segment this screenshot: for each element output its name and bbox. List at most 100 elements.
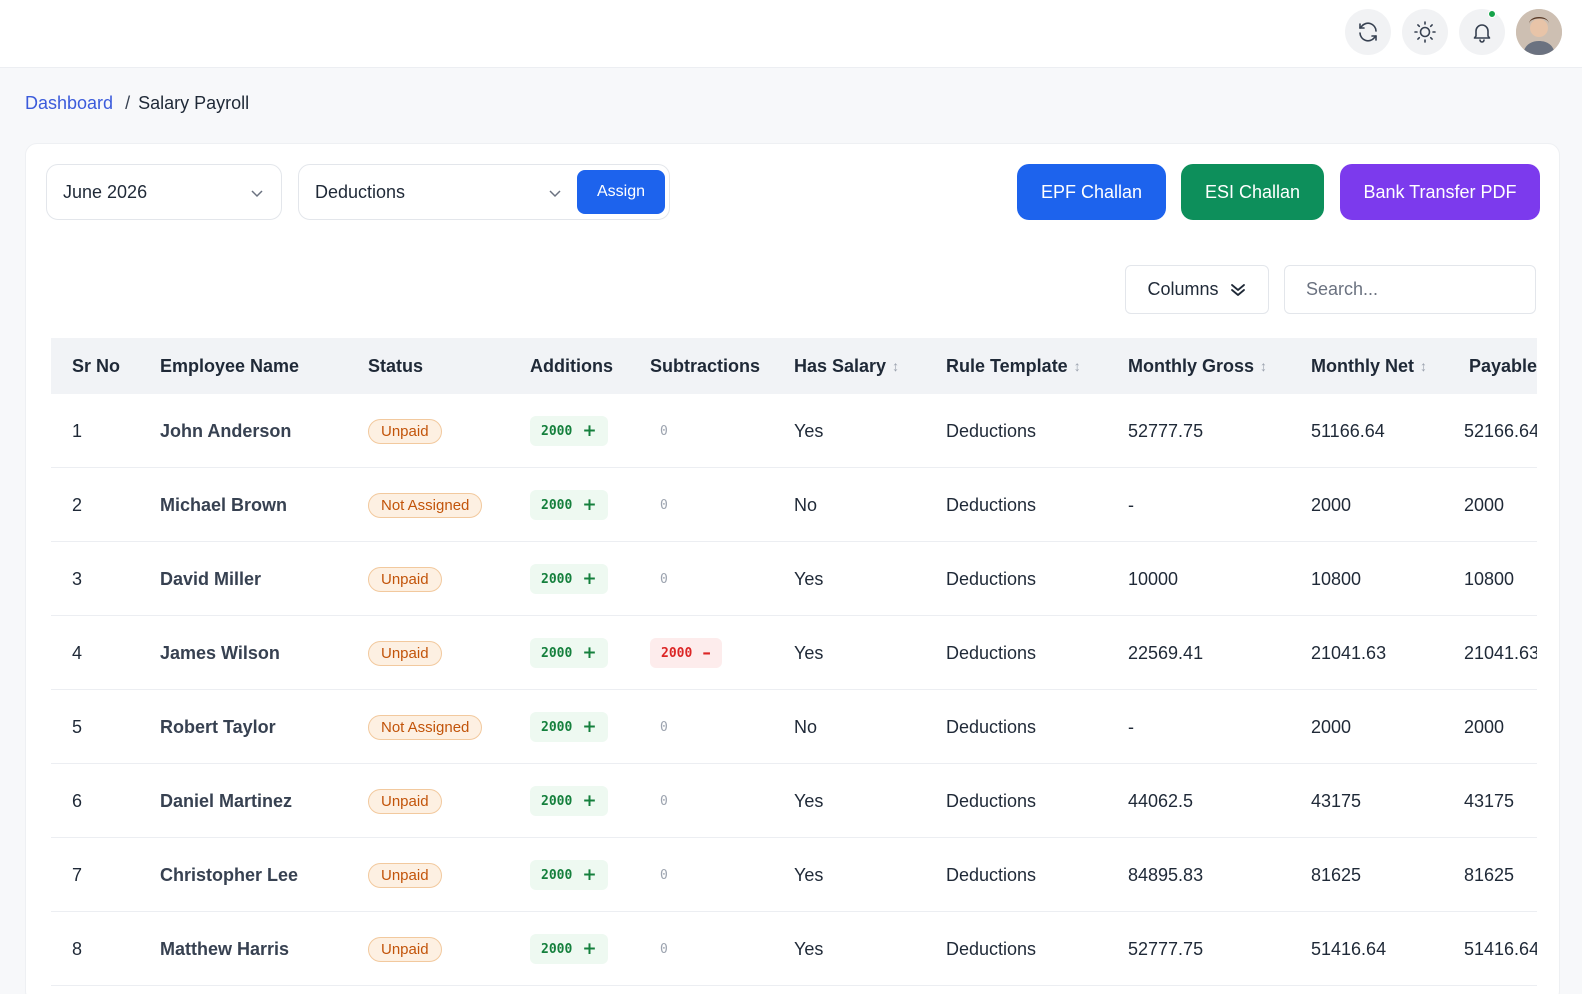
sort-icon[interactable]: ↕ [1260, 358, 1267, 374]
refresh-button[interactable] [1345, 9, 1391, 55]
cell-has-salary: Yes [794, 790, 824, 811]
plus-icon[interactable]: + [582, 643, 596, 663]
status-badge: Not Assigned [368, 714, 483, 740]
additions-value: 2000 [541, 941, 573, 957]
additions-chip: 2000 + [530, 934, 608, 964]
plus-icon[interactable]: + [582, 865, 596, 885]
cell-monthly-gross: 52777.75 [1128, 938, 1204, 959]
subtractions-value: 0 [660, 497, 668, 513]
cell-status: Unpaid [368, 838, 442, 912]
table-header: Sr No Employee Name Status Additions Sub… [51, 338, 1537, 394]
header-monthly-gross[interactable]: Monthly Gross ↕ [1128, 338, 1267, 394]
header-status: Status [368, 355, 424, 376]
cell-additions: 2000 + [530, 468, 608, 542]
sort-icon[interactable]: ↕ [892, 358, 899, 374]
cell-sr-no: 5 [72, 716, 83, 737]
epf-challan-button[interactable]: EPF Challan [1017, 164, 1166, 220]
cell-payable: 51416.64 [1464, 938, 1537, 959]
top-bar [0, 0, 1582, 68]
header-monthly-net[interactable]: Monthly Net ↕ [1311, 338, 1427, 394]
breadcrumb: Dashboard / Salary Payroll [25, 93, 249, 114]
table-row: 7 Christopher Lee Unpaid 2000 +0 Yes Deduction… [51, 838, 1537, 912]
cell-rule-template: Deductions [946, 938, 1037, 959]
subtractions-value: 0 [660, 867, 668, 883]
cell-employee-name[interactable]: James Wilson [160, 616, 280, 690]
cell-subtractions: 0 [650, 394, 668, 468]
cell-employee-name[interactable]: David Miller [160, 542, 261, 616]
cell-rule-template: Deductions [946, 790, 1037, 811]
breadcrumb-dashboard-link[interactable]: Dashboard [25, 93, 113, 114]
cell-employee-name[interactable]: Michael Brown [160, 468, 287, 542]
cell-additions: 2000 + [530, 690, 608, 764]
cell-status: Not Assigned [368, 690, 483, 764]
plus-icon[interactable]: + [582, 421, 596, 441]
chevron-down-icon[interactable] [547, 185, 563, 201]
additions-chip: 2000 + [530, 638, 608, 668]
cell-monthly-net: 81625 [1311, 864, 1362, 885]
cell-employee-name[interactable]: Daniel Martinez [160, 764, 292, 838]
cell-payable: 10800 [1464, 568, 1515, 589]
cell-employee-name[interactable]: Christopher Lee [160, 838, 298, 912]
header-has-salary[interactable]: Has Salary ↕ [794, 338, 899, 394]
subtractions-value: 2000 [661, 645, 693, 661]
sort-icon[interactable]: ↕ [1420, 358, 1427, 374]
cell-employee-name[interactable]: Robert Taylor [160, 690, 276, 764]
additions-chip: 2000 + [530, 490, 608, 520]
cell-rule-template: Deductions [946, 568, 1037, 589]
additions-value: 2000 [541, 645, 573, 661]
cell-sr-no: 6 [72, 790, 83, 811]
cell-employee-name[interactable]: Matthew Harris [160, 912, 289, 986]
additions-value: 2000 [541, 423, 573, 439]
bank-transfer-pdf-button[interactable]: Bank Transfer PDF [1340, 164, 1540, 220]
columns-button[interactable]: Columns [1125, 265, 1269, 314]
minus-icon[interactable]: – [702, 643, 711, 663]
cell-payable: 2000 [1464, 716, 1505, 737]
chevron-down-icon [251, 190, 263, 198]
cell-has-salary: No [794, 494, 818, 515]
double-chevron-down-icon [1230, 283, 1245, 296]
cell-payable: 52166.64 [1464, 420, 1537, 441]
plus-icon[interactable]: + [582, 939, 596, 959]
subtractions-value: 0 [660, 793, 668, 809]
bell-icon [1473, 24, 1491, 43]
plus-icon[interactable]: + [582, 495, 596, 515]
additions-chip: 2000 + [530, 564, 608, 594]
sort-icon[interactable]: ↕ [1074, 358, 1081, 374]
cell-has-salary: Yes [794, 938, 824, 959]
search-input[interactable] [1284, 265, 1536, 314]
status-badge: Not Assigned [368, 492, 483, 518]
table-row: 6 Daniel Martinez Unpaid 2000 +0 Yes Deduction… [51, 764, 1537, 838]
cell-monthly-gross: 22569.41 [1128, 642, 1204, 663]
header-sr-no: Sr No [72, 355, 121, 376]
esi-challan-button[interactable]: ESI Challan [1181, 164, 1324, 220]
notification-dot [1488, 10, 1496, 18]
header-rule-template[interactable]: Rule Template ↕ [946, 338, 1081, 394]
status-badge: Unpaid [368, 640, 442, 666]
template-select-value[interactable]: Deductions [315, 182, 405, 203]
plus-icon[interactable]: + [582, 791, 596, 811]
cell-payable: 81625 [1464, 864, 1515, 885]
cell-rule-template: Deductions [946, 420, 1037, 441]
table-row: 4 James Wilson Unpaid 2000 +2000– Yes Deductio… [51, 616, 1537, 690]
cell-monthly-gross: - [1128, 494, 1134, 515]
theme-toggle-button[interactable] [1402, 9, 1448, 55]
cell-payable: 21041.63 [1464, 642, 1537, 663]
plus-icon[interactable]: + [582, 569, 596, 589]
breadcrumb-separator: / [125, 93, 131, 113]
user-avatar[interactable] [1516, 9, 1562, 55]
cell-monthly-net: 43175 [1311, 790, 1362, 811]
assign-button[interactable]: Assign [577, 170, 665, 214]
cell-rule-template: Deductions [946, 716, 1037, 737]
cell-payable: 2000 [1464, 494, 1505, 515]
month-select-value: June 2026 [63, 181, 148, 202]
month-select[interactable]: June 2026 [46, 164, 282, 220]
cell-monthly-net: 2000 [1311, 494, 1352, 515]
plus-icon[interactable]: + [582, 717, 596, 737]
top-bar-icons [1345, 9, 1562, 55]
status-badge: Unpaid [368, 418, 442, 444]
table-row: 8 Matthew Harris Unpaid 2000 +0 Yes Deductions… [51, 912, 1537, 986]
cell-subtractions: 0 [650, 542, 668, 616]
status-badge: Unpaid [368, 788, 442, 814]
cell-employee-name[interactable]: John Anderson [160, 394, 291, 468]
notifications-button[interactable] [1459, 9, 1505, 55]
